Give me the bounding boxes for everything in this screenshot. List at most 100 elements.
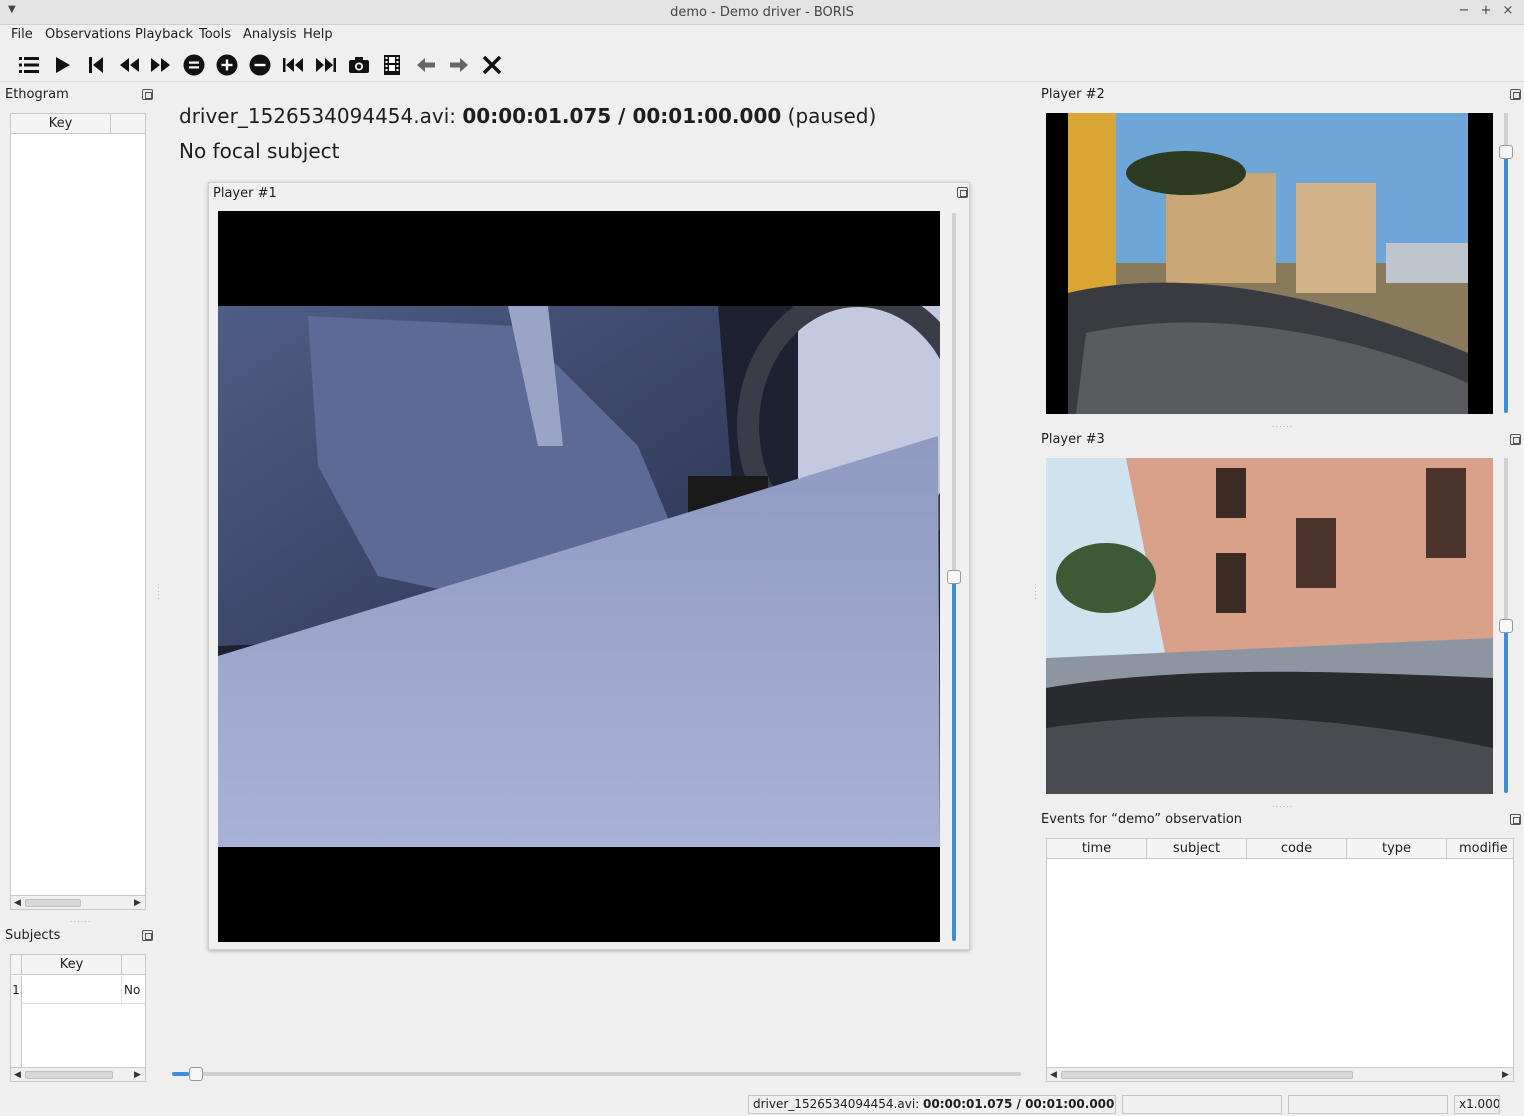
- rewind-icon[interactable]: [116, 52, 142, 78]
- player-1-title: Player #1: [213, 186, 277, 201]
- play-icon[interactable]: [49, 52, 75, 78]
- player-2-float-icon[interactable]: [1510, 89, 1521, 100]
- player-3-float-icon[interactable]: [1510, 434, 1521, 445]
- menu-file[interactable]: File: [11, 27, 33, 42]
- splitter-handle[interactable]: ......: [70, 915, 91, 924]
- ethogram-col-blank[interactable]: [111, 114, 145, 134]
- subjects-row-key[interactable]: [22, 976, 122, 1004]
- status-bar: driver_1526534094454.avi: 00:00:01.075 /…: [0, 1092, 1524, 1116]
- status-time: 00:00:01.075 / 00:01:00.000: [923, 1097, 1115, 1111]
- events-float-icon[interactable]: [1510, 814, 1521, 825]
- splitter-handle[interactable]: ......: [1272, 420, 1293, 429]
- scroll-thumb[interactable]: [1061, 1071, 1353, 1079]
- scroll-right-icon[interactable]: ▶: [134, 1070, 142, 1080]
- minimize-button[interactable]: −: [1456, 3, 1472, 19]
- window-title: demo - Demo driver - BORIS: [670, 5, 854, 20]
- slider-handle[interactable]: [1499, 619, 1513, 633]
- player-1-video[interactable]: [218, 211, 940, 942]
- frame-by-frame-icon[interactable]: [379, 52, 405, 78]
- scroll-left-icon[interactable]: ◀: [14, 898, 22, 908]
- events-hscroll[interactable]: ◀ ▶: [1047, 1067, 1513, 1081]
- player-2-video[interactable]: [1046, 113, 1493, 414]
- speed-up-icon[interactable]: [214, 52, 240, 78]
- splitter-handle[interactable]: .....: [1033, 583, 1042, 601]
- scroll-thumb[interactable]: [25, 1071, 113, 1079]
- subjects-row-name[interactable]: No: [124, 983, 140, 997]
- status-media-info: driver_1526534094454.avi: 00:00:01.075 /…: [748, 1095, 1116, 1114]
- subjects-float-icon[interactable]: [142, 930, 153, 941]
- player-3-title: Player #3: [1041, 432, 1105, 447]
- close-window-button[interactable]: ×: [1500, 3, 1516, 19]
- events-col-time[interactable]: time: [1047, 839, 1147, 859]
- media-filename: driver_1526534094454.avi:: [179, 104, 457, 128]
- ethogram-hscroll[interactable]: ◀ ▶: [11, 895, 145, 909]
- events-col-type[interactable]: type: [1347, 839, 1447, 859]
- player-2-volume-slider[interactable]: [1499, 113, 1513, 413]
- toolbar: [0, 48, 1524, 82]
- events-col-modifier[interactable]: modifie: [1447, 839, 1513, 859]
- next-frame-icon[interactable]: [446, 52, 472, 78]
- subjects-col-key[interactable]: Key: [22, 955, 122, 975]
- status-field-2: [1122, 1095, 1282, 1114]
- events-table[interactable]: time subject code type modifie ◀ ▶: [1046, 838, 1514, 1082]
- subjects-row-number: 1: [11, 976, 22, 1004]
- menu-observations[interactable]: Observations: [45, 27, 131, 42]
- jump-start-icon[interactable]: [83, 52, 109, 78]
- events-col-code[interactable]: code: [1247, 839, 1347, 859]
- player-2-frame: [1068, 113, 1468, 414]
- fast-forward-icon[interactable]: [148, 52, 174, 78]
- previous-frame-icon[interactable]: [413, 52, 439, 78]
- slider-track: [952, 213, 956, 577]
- close-icon[interactable]: [479, 52, 505, 78]
- splitter-handle[interactable]: ......: [1272, 800, 1293, 809]
- maximize-button[interactable]: +: [1478, 3, 1494, 19]
- slider-handle[interactable]: [1499, 145, 1513, 159]
- subjects-table[interactable]: Key 1 No ◀ ▶: [10, 954, 146, 1082]
- status-filename: driver_1526534094454.avi:: [753, 1097, 920, 1111]
- slider-track: [1504, 458, 1508, 626]
- window-titlebar: ▼ demo - Demo driver - BORIS − + ×: [0, 0, 1524, 25]
- menu-tools[interactable]: Tools: [199, 27, 231, 42]
- ethogram-table[interactable]: Key ◀ ▶: [10, 113, 146, 910]
- player-1-volume-slider[interactable]: [947, 213, 961, 941]
- media-time: 00:00:01.075 / 00:01:00.000: [462, 104, 782, 128]
- snapshot-icon[interactable]: [346, 52, 372, 78]
- timeline-handle[interactable]: [189, 1067, 203, 1081]
- reset-speed-icon[interactable]: [181, 52, 207, 78]
- subjects-hscroll[interactable]: ◀ ▶: [11, 1067, 145, 1081]
- previous-media-icon[interactable]: [280, 52, 306, 78]
- player-1-frame: [218, 306, 940, 847]
- scroll-right-icon[interactable]: ▶: [134, 898, 142, 908]
- ethogram-col-key[interactable]: Key: [11, 114, 111, 134]
- slider-handle[interactable]: [947, 570, 961, 584]
- list-icon[interactable]: [16, 52, 42, 78]
- subjects-row[interactable]: 1 No: [11, 976, 145, 1004]
- status-field-3: [1288, 1095, 1448, 1114]
- media-state: (paused): [787, 104, 877, 128]
- scroll-left-icon[interactable]: ◀: [1050, 1070, 1058, 1080]
- events-col-subject[interactable]: subject: [1147, 839, 1247, 859]
- timeline-fill: [172, 1072, 189, 1076]
- player-3-video[interactable]: [1046, 458, 1493, 794]
- scroll-thumb[interactable]: [25, 899, 81, 907]
- next-media-icon[interactable]: [313, 52, 339, 78]
- player-3-volume-slider[interactable]: [1499, 458, 1513, 793]
- subjects-header: Key: [11, 955, 145, 975]
- menu-playback[interactable]: Playback: [135, 27, 193, 42]
- scroll-right-icon[interactable]: ▶: [1502, 1070, 1510, 1080]
- status-speed: x1.000: [1454, 1095, 1500, 1114]
- ethogram-float-icon[interactable]: [142, 89, 153, 100]
- splitter-handle[interactable]: .....: [156, 583, 165, 601]
- timeline-slider[interactable]: [172, 1067, 1021, 1081]
- speed-down-icon[interactable]: [247, 52, 273, 78]
- subjects-col-blank[interactable]: [122, 955, 145, 975]
- player-1-float-icon[interactable]: [957, 187, 968, 198]
- player-2-title: Player #2: [1041, 87, 1105, 102]
- subjects-row-gutter: [11, 1004, 22, 1068]
- menu-help[interactable]: Help: [303, 27, 333, 42]
- media-info: driver_1526534094454.avi: 00:00:01.075 /…: [179, 104, 876, 128]
- player-1-window: Player #1: [208, 182, 970, 950]
- scroll-left-icon[interactable]: ◀: [14, 1070, 22, 1080]
- ethogram-header: Key: [11, 114, 145, 134]
- menu-analysis[interactable]: Analysis: [243, 27, 297, 42]
